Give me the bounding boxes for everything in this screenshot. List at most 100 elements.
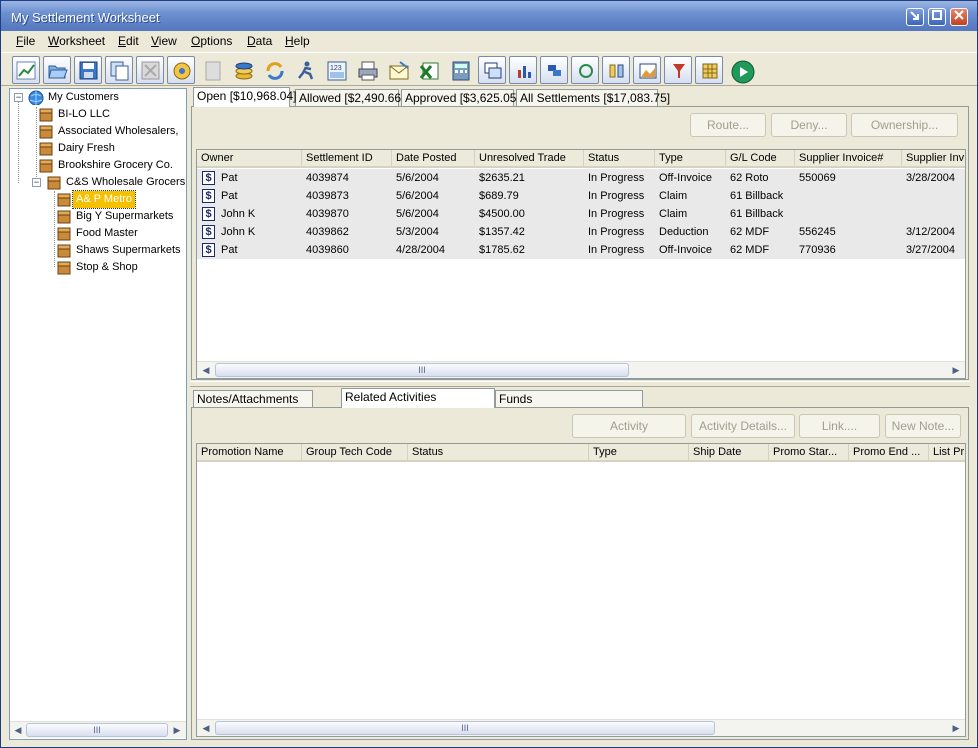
activity-details-button[interactable]: Activity Details... <box>691 414 795 438</box>
col-supplier-invoice[interactable]: Supplier Invoice# <box>795 150 902 168</box>
chart-button[interactable] <box>12 56 40 84</box>
tree-label: Brookshire Grocery Co. <box>58 159 173 171</box>
scroll-thumb[interactable]: III <box>215 721 715 735</box>
cell-status: In Progress <box>588 244 645 256</box>
refresh-button[interactable] <box>260 56 288 84</box>
col-promo-start[interactable]: Promo Star... <box>769 444 849 462</box>
menu-data[interactable]: Data <box>247 34 272 48</box>
col-status[interactable]: Status <box>408 444 589 462</box>
play-icon <box>731 60 755 84</box>
image-button[interactable] <box>633 56 661 84</box>
delete-button[interactable] <box>136 56 164 84</box>
filter-button[interactable] <box>664 56 692 84</box>
box-icon <box>39 108 53 122</box>
link-button[interactable]: Link.... <box>799 414 880 438</box>
table-row[interactable]: $ Pat 4039860 4/28/2004 $1785.62 In Prog… <box>197 241 965 259</box>
ownership-button[interactable]: Ownership... <box>851 113 958 137</box>
tab-open[interactable]: Open [$10,968.04] <box>193 87 296 107</box>
scroll-right-icon[interactable]: ▶ <box>170 723 184 737</box>
collapse-icon[interactable]: − <box>14 93 23 102</box>
filter-icon <box>673 64 685 78</box>
deny-button[interactable]: Deny... <box>771 113 847 137</box>
menu-edit[interactable]: Edit <box>118 34 139 48</box>
table-row[interactable]: $ John K 4039862 5/3/2004 $1357.42 In Pr… <box>197 223 965 241</box>
scroll-left-icon[interactable]: ◀ <box>199 363 213 377</box>
col-unresolved-trade[interactable]: Unresolved Trade <box>475 150 584 168</box>
close-button[interactable] <box>950 8 968 26</box>
copy-button[interactable] <box>105 56 133 84</box>
menu-file[interactable]: File <box>16 34 35 48</box>
minimize-button[interactable] <box>906 8 924 26</box>
save-button[interactable] <box>74 56 102 84</box>
tree-label: My Customers <box>48 91 119 103</box>
cell-type: Claim <box>659 190 688 202</box>
tree-item-ap-metro[interactable]: A& P Metro <box>56 190 182 209</box>
menu-help[interactable]: Help <box>285 34 310 48</box>
scroll-right-icon[interactable]: ▶ <box>949 363 963 377</box>
email-button[interactable] <box>384 56 412 84</box>
coins-button[interactable] <box>229 56 257 84</box>
tree-label: Big Y Supermarkets <box>76 210 174 222</box>
menu-view[interactable]: View <box>151 34 177 48</box>
col-owner[interactable]: Owner <box>197 150 302 168</box>
scroll-thumb[interactable]: III <box>26 723 168 737</box>
box-icon <box>57 244 71 258</box>
scroll-left-icon[interactable]: ◀ <box>199 721 213 735</box>
col-date-posted[interactable]: Date Posted <box>392 150 475 168</box>
number-grid-button[interactable]: 123 <box>322 56 350 84</box>
col-promotion-name[interactable]: Promotion Name <box>197 444 302 462</box>
document-button[interactable] <box>198 56 226 84</box>
activities-horizontal-scrollbar[interactable]: ◀ III ▶ <box>197 719 965 736</box>
link-icon <box>548 65 561 76</box>
close-icon <box>954 10 964 20</box>
tab-funds[interactable]: Funds <box>495 390 643 408</box>
collapse-icon[interactable]: − <box>32 178 41 187</box>
scroll-thumb[interactable]: III <box>215 363 629 377</box>
tab-notes-attachments[interactable]: Notes/Attachments <box>193 390 313 408</box>
open-button[interactable] <box>43 56 71 84</box>
tab-all-settlements[interactable]: All Settlements [$17,083.75] <box>516 89 670 107</box>
table-row[interactable]: $ Pat 4039873 5/6/2004 $689.79 In Progre… <box>197 187 965 205</box>
activity-settlements-button[interactable]: Activity Settlements... <box>572 414 686 455</box>
tab-allowed[interactable]: Allowed [$2,490.66] <box>295 89 404 107</box>
col-promo-end[interactable]: Promo End ... <box>849 444 929 462</box>
columns-button[interactable] <box>602 56 630 84</box>
toolbar: 123 <box>1 52 977 86</box>
col-supplier-inv-date[interactable]: Supplier Inv <box>902 150 965 168</box>
col-type[interactable]: Type <box>589 444 689 462</box>
maximize-button[interactable] <box>928 8 946 26</box>
col-list-price[interactable]: List Pr <box>929 444 965 462</box>
tree-horizontal-scrollbar[interactable]: ◀ III ▶ <box>10 721 186 738</box>
route-button[interactable]: Route... <box>690 113 766 137</box>
table-row[interactable]: $ John K 4039870 5/6/2004 $4500.00 In Pr… <box>197 205 965 223</box>
excel-export-button[interactable] <box>415 56 443 84</box>
panel-splitter[interactable] <box>190 381 970 387</box>
col-status[interactable]: Status <box>584 150 655 168</box>
col-gl-code[interactable]: G/L Code <box>726 150 795 168</box>
menu-worksheet[interactable]: Worksheet <box>48 34 105 48</box>
tab-approved[interactable]: Approved [$3,625.05] <box>401 89 520 107</box>
play-button[interactable] <box>727 56 755 84</box>
settlements-horizontal-scrollbar[interactable]: ◀ III ▶ <box>197 361 965 378</box>
activities-panel: Activity Settlements... Activity Details… <box>191 407 969 740</box>
calculator-button[interactable] <box>446 56 474 84</box>
grid-button[interactable] <box>695 56 723 84</box>
window-button[interactable] <box>478 56 506 84</box>
box-icon <box>57 210 71 224</box>
col-ship-date[interactable]: Ship Date <box>689 444 769 462</box>
tab-related-activities[interactable]: Related Activities <box>341 388 495 408</box>
menu-options[interactable]: Options <box>191 34 232 48</box>
scroll-left-icon[interactable]: ◀ <box>11 723 25 737</box>
table-row[interactable]: $ Pat 4039874 5/6/2004 $2635.21 In Progr… <box>197 169 965 187</box>
bar-chart-button[interactable] <box>509 56 537 84</box>
col-group-tech-code[interactable]: Group Tech Code <box>302 444 408 462</box>
circle-button[interactable] <box>571 56 599 84</box>
run-button[interactable] <box>291 56 319 84</box>
col-type[interactable]: Type <box>655 150 726 168</box>
scroll-right-icon[interactable]: ▶ <box>949 721 963 735</box>
network-button[interactable] <box>167 56 195 84</box>
link-button[interactable] <box>540 56 568 84</box>
col-settlement-id[interactable]: Settlement ID <box>302 150 392 168</box>
print-button[interactable] <box>353 56 381 84</box>
new-note-button[interactable]: New Note... <box>885 414 961 438</box>
